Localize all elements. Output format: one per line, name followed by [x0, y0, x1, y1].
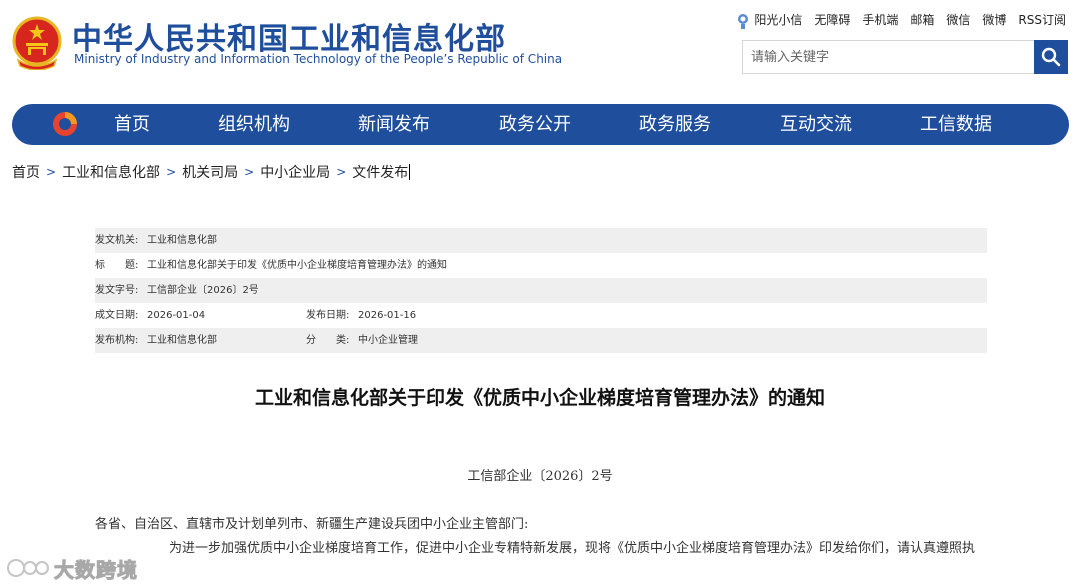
top-link-sunshine[interactable]: 阳光小信 [736, 11, 802, 29]
breadcrumb-ministry[interactable]: 工业和信息化部 [62, 162, 160, 182]
search-input[interactable] [743, 41, 1035, 73]
nav-item-gov-affairs[interactable]: 政务公开 [499, 104, 571, 145]
nav-item-home[interactable]: 首页 [114, 104, 150, 145]
published-label: 发布日期: [306, 310, 350, 321]
breadcrumb-file-release[interactable]: 文件发布 [352, 162, 408, 182]
category-value: 中小企业管理 [358, 335, 418, 346]
nav-item-gov-services[interactable]: 政务服务 [639, 104, 711, 145]
info-row-doc-no: 发文字号: 工信部企业〔2026〕2号 [95, 278, 987, 303]
national-emblem-icon [12, 16, 62, 70]
top-link-accessibility[interactable]: 无障碍 [814, 11, 850, 28]
sunshine-mascot-icon [738, 13, 749, 29]
info-row-issuer: 发文机关: 工业和信息化部 [95, 228, 987, 253]
doc-no-value: 工信部企业〔2026〕2号 [147, 285, 259, 296]
breadcrumb-sme-bureau[interactable]: 中小企业局 [260, 162, 330, 182]
search-box [742, 40, 1068, 74]
site-header: 中华人民共和国工业和信息化部 Ministry of Industry and … [0, 0, 1080, 100]
breadcrumb-separator: > [336, 165, 347, 179]
created-value: 2026-01-04 [147, 310, 206, 321]
nav-item-organization[interactable]: 组织机构 [218, 104, 290, 145]
watermark-logo-icon [7, 559, 49, 577]
article-paragraph: 为进一步加强优质中小企业梯度培育工作，促进中小企业专精特新发展，现将《优质中小企… [169, 541, 976, 556]
miit-logo-icon[interactable] [52, 111, 78, 137]
breadcrumb: 首页 > 工业和信息化部 > 机关司局 > 中小企业局 > 文件发布 [12, 162, 411, 182]
created-label: 成文日期: [95, 310, 139, 321]
document-info-table: 发文机关: 工业和信息化部 标 题: 工业和信息化部关于印发《优质中小企业梯度培… [95, 228, 987, 353]
watermark: 大数跨境 [6, 554, 138, 582]
breadcrumb-separator: > [244, 165, 255, 179]
issuer-label: 发文机关: [95, 235, 139, 246]
title-label: 标 题: [95, 260, 139, 271]
nav-item-data[interactable]: 工信数据 [920, 104, 992, 145]
top-link-weibo[interactable]: 微博 [982, 11, 1006, 28]
publisher-value: 工业和信息化部 [147, 335, 217, 346]
category-label: 分 类: [306, 335, 350, 346]
breadcrumb-separator: > [46, 165, 57, 179]
breadcrumb-separator: > [166, 165, 177, 179]
title-value: 工业和信息化部关于印发《优质中小企业梯度培育管理办法》的通知 [147, 260, 447, 271]
article-addressee: 各省、自治区、直辖市及计划单列市、新疆生产建设兵团中小企业主管部门: [95, 517, 529, 532]
top-link-mobile[interactable]: 手机端 [862, 11, 898, 28]
info-row-dates: 成文日期: 2026-01-04 发布日期: 2026-01-16 [95, 303, 987, 328]
publisher-label: 发布机构: [95, 335, 139, 346]
issuer-value: 工业和信息化部 [147, 235, 217, 246]
breadcrumb-home[interactable]: 首页 [12, 162, 40, 182]
nav-item-interaction[interactable]: 互动交流 [780, 104, 852, 145]
search-icon [1041, 47, 1061, 67]
search-button[interactable] [1034, 40, 1068, 74]
article-title: 工业和信息化部关于印发《优质中小企业梯度培育管理办法》的通知 [254, 387, 825, 409]
watermark-text: 大数跨境 [54, 557, 138, 582]
top-links: 阳光小信 无障碍 手机端 邮箱 微信 微博 RSS订阅 [736, 11, 1066, 29]
published-value: 2026-01-16 [358, 310, 417, 321]
info-row-title: 标 题: 工业和信息化部关于印发《优质中小企业梯度培育管理办法》的通知 [95, 253, 987, 278]
text-cursor [409, 164, 411, 180]
breadcrumb-departments[interactable]: 机关司局 [182, 162, 238, 182]
article-doc-number: 工信部企业〔2026〕2号 [467, 469, 613, 484]
doc-no-label: 发文字号: [95, 285, 139, 296]
nav-item-news[interactable]: 新闻发布 [358, 104, 430, 145]
info-row-publisher: 发布机构: 工业和信息化部 分 类: 中小企业管理 [95, 328, 987, 353]
org-name-en[interactable]: Ministry of Industry and Information Tec… [74, 52, 562, 66]
main-nav: 首页 组织机构 新闻发布 政务公开 政务服务 互动交流 工信数据 [12, 104, 1069, 145]
top-link-rss[interactable]: RSS订阅 [1018, 11, 1066, 28]
top-link-wechat[interactable]: 微信 [946, 11, 970, 28]
top-link-mail[interactable]: 邮箱 [910, 11, 934, 28]
